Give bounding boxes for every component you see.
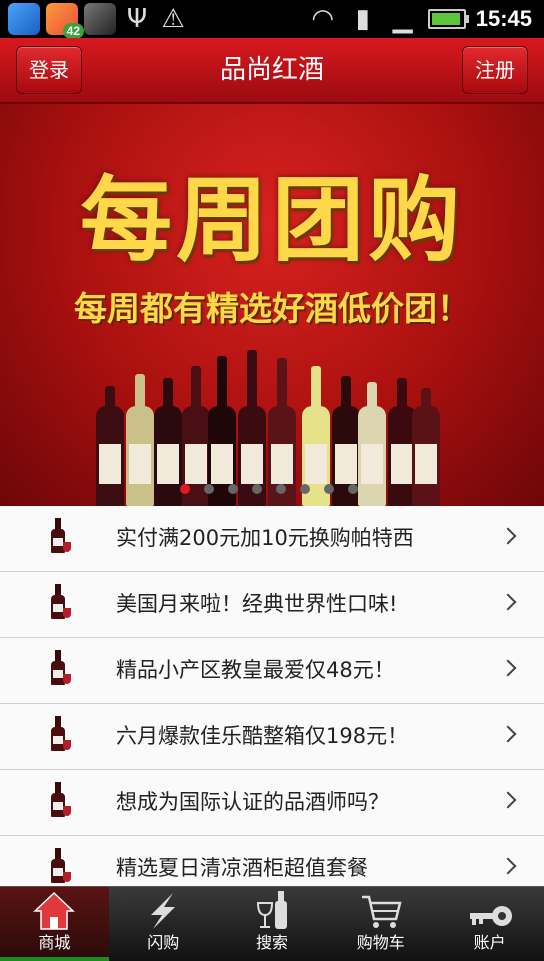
tab-search[interactable]: 搜索 — [218, 887, 327, 961]
home-icon — [0, 887, 109, 931]
wine-bottles-image — [96, 346, 440, 506]
tab-label: 商城 — [38, 933, 71, 952]
list-item[interactable]: 精品小产区教皇最爱仅48元！ — [0, 638, 544, 704]
bottom-tab-bar: 商城 闪购 搜索 购物车 账户 — [0, 886, 544, 961]
carousel-dot[interactable] — [348, 484, 358, 494]
list-item[interactable]: 美国月来啦！经典世界性口味! — [0, 572, 544, 638]
status-bar: 42 Ψ ⚠ ◠ ▮ ▁ 15:45 — [0, 0, 544, 39]
wine-bottle-image — [412, 388, 440, 506]
list-item-label: 六月爆款佳乐酷整箱仅198元！ — [116, 724, 409, 748]
wine-bottle-image — [358, 382, 386, 506]
promo-banner[interactable]: 每周团购 每周都有精选好酒低价团！ — [0, 104, 544, 506]
wine-bottle-image — [126, 374, 154, 506]
chevron-right-icon — [499, 857, 517, 875]
carousel-dot[interactable] — [324, 484, 334, 494]
app-notification-icon — [84, 3, 116, 35]
warning-icon: ⚠ — [161, 4, 185, 34]
chevron-right-icon — [499, 593, 517, 611]
app-header: 品尚红酒 登录 注册 — [0, 38, 544, 104]
tab-label: 闪购 — [147, 933, 180, 952]
wine-bottle-icon — [48, 650, 71, 690]
notification-badge: 42 — [62, 23, 84, 39]
tab-label: 购物车 — [356, 933, 405, 952]
tab-mall[interactable]: 商城 — [0, 887, 109, 961]
list-item[interactable]: 实付满200元加10元换购帕特西 — [0, 506, 544, 572]
clock: 15:45 — [475, 6, 532, 31]
chevron-right-icon — [499, 791, 517, 809]
promo-list: 实付满200元加10元换购帕特西 美国月来啦！经典世界性口味! 精品小产区教皇最… — [0, 506, 544, 886]
carousel-dot[interactable] — [276, 484, 286, 494]
wine-bottle-icon — [48, 782, 71, 822]
wine-bottle-icon — [48, 716, 71, 756]
banner-subtitle: 每周都有精选好酒低价团！ — [74, 289, 470, 328]
wifi-icon: ◠ — [311, 4, 335, 34]
app-notification-icon: 42 — [46, 3, 84, 39]
tab-flash-sale[interactable]: 闪购 — [109, 887, 218, 961]
banner-title: 每周团购 — [79, 167, 464, 274]
tab-account[interactable]: 账户 — [435, 887, 544, 961]
wine-glass-bottle-icon — [218, 887, 327, 931]
cart-icon — [326, 887, 435, 931]
sim-icon: ▮ — [355, 4, 370, 34]
key-icon — [435, 887, 544, 931]
list-item-label: 精选夏日清凉酒柜超值套餐 — [116, 856, 368, 880]
usb-icon: Ψ — [126, 4, 148, 34]
chevron-right-icon — [499, 659, 517, 677]
app-notification-icon — [8, 3, 40, 35]
wine-bottle-image — [154, 378, 182, 506]
login-button[interactable]: 登录 — [16, 46, 82, 94]
wine-bottle-icon — [48, 518, 71, 558]
wine-bottle-image — [96, 386, 124, 506]
list-item[interactable]: 精选夏日清凉酒柜超值套餐 — [0, 836, 544, 886]
wine-bottle-image — [238, 350, 266, 506]
wine-bottle-icon — [48, 584, 71, 624]
tab-cart[interactable]: 购物车 — [326, 887, 435, 961]
tab-label: 搜索 — [255, 933, 288, 952]
battery-icon — [427, 9, 469, 29]
wine-bottle-icon — [48, 848, 71, 886]
list-item-label: 精品小产区教皇最爱仅48元！ — [116, 658, 395, 682]
carousel-dot[interactable] — [204, 484, 214, 494]
list-item[interactable]: 想成为国际认证的品酒师吗？ — [0, 770, 544, 836]
tab-label: 账户 — [473, 933, 506, 952]
carousel-dot[interactable] — [228, 484, 238, 494]
list-item-label: 实付满200元加10元换购帕特西 — [116, 526, 414, 550]
register-button[interactable]: 注册 — [462, 46, 528, 94]
carousel-dot[interactable] — [180, 484, 190, 494]
list-item-label: 美国月来啦！经典世界性口味! — [116, 592, 398, 616]
chevron-right-icon — [499, 725, 517, 743]
list-item[interactable]: 六月爆款佳乐酷整箱仅198元！ — [0, 704, 544, 770]
lightning-icon — [109, 887, 218, 931]
carousel-dot[interactable] — [252, 484, 262, 494]
carousel-indicator — [180, 484, 358, 494]
carousel-dot[interactable] — [300, 484, 310, 494]
list-item-label: 想成为国际认证的品酒师吗？ — [116, 790, 389, 814]
chevron-right-icon — [499, 527, 517, 545]
signal-icon: ▁ — [392, 4, 413, 34]
